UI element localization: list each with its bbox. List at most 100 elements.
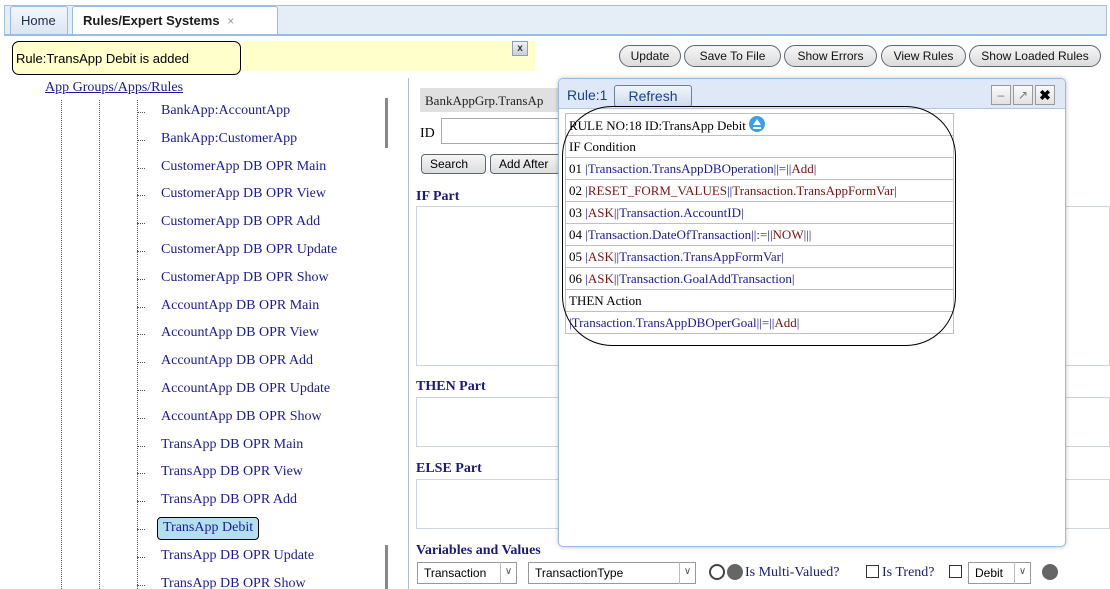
condition-row: 01 | Transaction.TransAppDBOperation||=||…	[565, 157, 954, 180]
update-button[interactable]: Update	[619, 45, 681, 67]
popup-title: Rule:1	[567, 87, 608, 103]
chevron-down-icon: ∨	[500, 562, 516, 584]
splitter[interactable]	[408, 78, 409, 589]
condition-number: 01	[569, 160, 582, 176]
if-condition-label: IF Condition	[565, 135, 954, 158]
trend-select[interactable]: Debit ∨	[968, 562, 1031, 584]
tree-scrollbar-lower[interactable]	[385, 545, 388, 589]
show-errors-button[interactable]: Show Errors	[784, 45, 877, 67]
separator: |	[791, 270, 795, 286]
popup-header[interactable]: Rule:1 Refresh – ↗ ✖	[559, 79, 1065, 109]
tab-home[interactable]: Home	[10, 6, 68, 34]
rule-header-cell: RULE NO:18 ID:TransApp Debit	[565, 113, 954, 136]
variable-select[interactable]: Transaction ∨	[417, 562, 517, 584]
token: RESET_FORM_VALUES	[587, 182, 728, 198]
tree-title[interactable]: App Groups/Apps/Rules	[45, 80, 183, 96]
token: Transaction.TransAppFormVar	[619, 248, 781, 264]
condition-cell[interactable]: 04 |Transaction.DateOfTransaction||:=||N…	[565, 223, 954, 246]
refresh-button[interactable]: Refresh	[614, 85, 692, 107]
then-action-label: THEN Action	[565, 289, 954, 312]
refresh-icon[interactable]	[709, 564, 725, 580]
tree-connector	[137, 167, 145, 169]
tree-item-label: CustomerApp DB OPR Show	[161, 269, 329, 285]
separator: ||:=||	[751, 226, 773, 242]
value-select[interactable]: TransactionType ∨	[528, 562, 696, 584]
condition-number: 04	[569, 226, 582, 242]
tree-item-label: TransApp DB OPR View	[161, 464, 303, 480]
collapse-up-icon[interactable]	[727, 564, 743, 580]
tab-close-icon[interactable]: ×	[227, 14, 234, 28]
then-part-title: THEN Part	[416, 379, 486, 394]
save-to-file-button[interactable]: Save To File	[684, 45, 781, 67]
eject-icon[interactable]	[748, 115, 765, 132]
trend-select-value: Debit	[975, 566, 1004, 580]
debit-checkbox[interactable]	[949, 565, 962, 578]
if-condition-row: IF Condition	[565, 135, 954, 158]
tree-item-label: CustomerApp DB OPR Add	[161, 214, 321, 230]
tree-item-label: AccountApp DB OPR Show	[161, 408, 322, 424]
add-after-button[interactable]: Add After	[490, 154, 562, 174]
tree-item-label: AccountApp DB OPR Add	[161, 353, 314, 369]
value-select-value: TransactionType	[535, 566, 624, 580]
action-cell[interactable]: |Transaction.TransAppDBOperGoal||=||Add|	[565, 311, 954, 334]
popout-icon[interactable]: ↗	[1013, 85, 1033, 105]
tab-home-label: Home	[21, 13, 56, 28]
condition-row: 03 |ASK||Transaction.AccountID|	[565, 201, 954, 224]
status-close-icon[interactable]: x	[512, 41, 528, 56]
token: Transaction.TransAppDBOperGoal	[571, 314, 757, 330]
rule-popup: Rule:1 Refresh – ↗ ✖ RULE NO:18 ID:Trans…	[558, 78, 1066, 547]
minimize-icon[interactable]: –	[991, 85, 1011, 105]
condition-cell[interactable]: 01 | Transaction.TransAppDBOperation||=||…	[565, 157, 954, 180]
tree-connector	[137, 417, 145, 419]
condition-cell[interactable]: 02 |RESET_FORM_VALUES||Transaction.Trans…	[565, 179, 954, 202]
separator: |	[813, 160, 817, 176]
view-rules-button[interactable]: View Rules	[881, 45, 966, 67]
tree-item-label: CustomerApp DB OPR View	[161, 186, 326, 202]
tree-connector	[137, 362, 145, 364]
condition-cell[interactable]: 06 |ASK||Transaction.GoalAddTransaction|	[565, 267, 954, 290]
chevron-down-icon: ∨	[679, 562, 695, 584]
trend-checkbox[interactable]	[866, 565, 879, 578]
variable-select-value: Transaction	[424, 566, 487, 580]
tab-underline	[4, 34, 1107, 36]
status-bar-background	[241, 41, 535, 71]
tree-item-label: TransApp DB OPR Add	[161, 492, 298, 508]
tree-scrollbar[interactable]	[385, 98, 388, 148]
id-label: ID	[420, 126, 435, 141]
token: ASK	[587, 248, 614, 264]
tab-rules-expert-systems[interactable]: Rules/Expert Systems ×	[72, 6, 278, 35]
condition-row: 02 |RESET_FORM_VALUES||Transaction.Trans…	[565, 179, 954, 202]
token: Transaction.TransAppFormVar	[732, 182, 895, 198]
tree-connector	[137, 223, 145, 225]
tree-guide-line	[99, 100, 100, 589]
tree-item-label: TransApp DB OPR Main	[161, 436, 304, 452]
tree-connector	[137, 529, 145, 530]
separator: |||	[803, 226, 812, 242]
tree-item-label: CustomerApp DB OPR Update	[161, 242, 338, 257]
token: Transaction.AccountID	[619, 204, 742, 220]
condition-number: 02	[569, 182, 582, 198]
tab-rules-label: Rules/Expert Systems	[83, 13, 220, 28]
action-row: |Transaction.TransAppDBOperGoal||=||Add|	[565, 311, 954, 334]
show-loaded-rules-button[interactable]: Show Loaded Rules	[969, 45, 1101, 67]
tree-item-label: TransApp DB OPR Update	[161, 547, 315, 563]
tree-connector	[137, 195, 145, 197]
separator: |	[796, 314, 800, 330]
tree-item-label: AccountApp DB OPR View	[161, 325, 319, 341]
window-controls: – ↗ ✖	[991, 85, 1061, 105]
tree-connector	[137, 556, 145, 558]
condition-number: 03	[569, 204, 582, 220]
tree-connector	[137, 445, 145, 447]
condition-cell[interactable]: 05 |ASK||Transaction.TransAppFormVar|	[565, 245, 954, 268]
tree-connector	[137, 501, 145, 503]
rule-path: BankAppGrp.TransAp	[420, 88, 562, 112]
trend-label: Is Trend?	[882, 565, 935, 580]
separator: |	[894, 182, 897, 198]
search-button[interactable]: Search	[421, 154, 486, 174]
condition-cell[interactable]: 03 |ASK||Transaction.AccountID|	[565, 201, 954, 224]
id-input[interactable]	[441, 118, 561, 144]
close-icon[interactable]: ✖	[1035, 85, 1055, 105]
token: Add	[774, 314, 797, 330]
collapse-up-icon[interactable]	[1042, 564, 1058, 580]
tree-connector	[137, 112, 145, 113]
